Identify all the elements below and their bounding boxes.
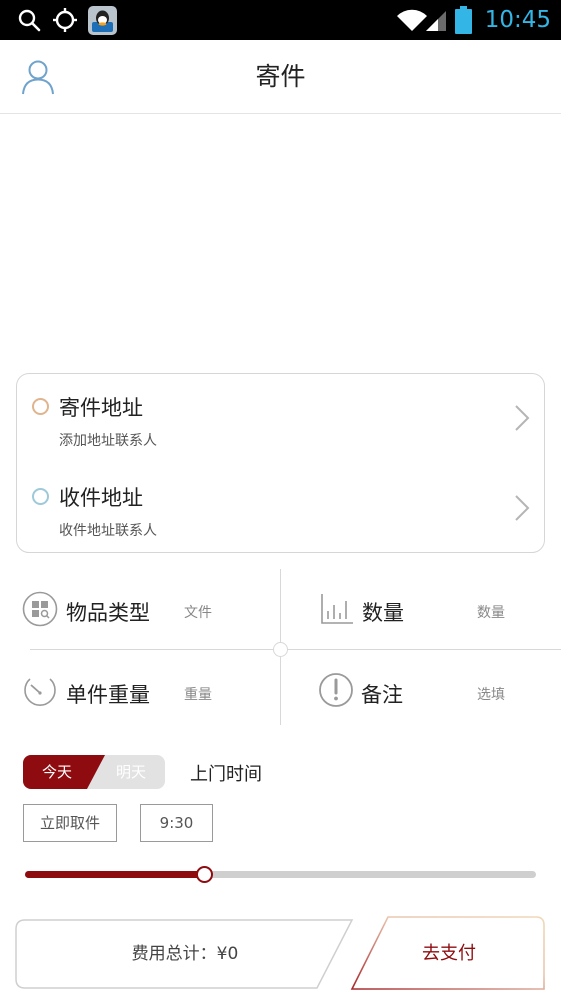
weight-value: 重量 bbox=[184, 687, 212, 703]
pickup-time-button[interactable]: 9:30 bbox=[140, 804, 213, 842]
tab-tomorrow[interactable]: 明天 bbox=[97, 755, 165, 789]
note-cell[interactable]: 备注 选填 bbox=[281, 651, 561, 731]
gps-icon bbox=[52, 0, 78, 40]
quantity-value: 数量 bbox=[477, 605, 505, 621]
note-value: 选填 bbox=[477, 687, 505, 703]
weight-cell[interactable]: 单件重量 重量 bbox=[0, 651, 280, 731]
qq-icon bbox=[88, 0, 117, 40]
category-icon bbox=[22, 591, 58, 627]
scale-gauge-icon bbox=[22, 673, 58, 709]
receiver-address-hint: 收件地址联系人 bbox=[59, 523, 157, 539]
weight-label: 单件重量 bbox=[66, 683, 150, 707]
receiver-address-label: 收件地址 bbox=[59, 486, 143, 510]
chevron-right-icon bbox=[514, 494, 530, 522]
receiver-dot-icon bbox=[32, 488, 49, 505]
page-title: 寄件 bbox=[255, 62, 306, 91]
exclamation-icon bbox=[318, 672, 354, 708]
search-icon bbox=[17, 0, 41, 40]
chevron-right-icon bbox=[514, 404, 530, 432]
status-bar: 10:45 bbox=[0, 0, 561, 40]
day-toggle: 今天 明天 bbox=[23, 755, 165, 789]
battery-icon bbox=[455, 0, 472, 40]
address-card: 寄件地址 添加地址联系人 收件地址 收件地址联系人 bbox=[16, 373, 545, 553]
grid-horizontal-divider bbox=[30, 649, 561, 650]
receiver-address-row[interactable]: 收件地址 收件地址联系人 bbox=[17, 464, 544, 554]
cell-signal-icon bbox=[425, 0, 447, 40]
app-header: 寄件 bbox=[0, 40, 561, 114]
tab-today[interactable]: 今天 bbox=[23, 755, 91, 789]
pickup-time-slider[interactable] bbox=[25, 866, 536, 883]
item-type-cell[interactable]: 物品类型 文件 bbox=[0, 569, 280, 649]
quantity-label: 数量 bbox=[362, 601, 404, 625]
slider-fill bbox=[25, 871, 204, 878]
quantity-cell[interactable]: 数量 数量 bbox=[281, 569, 561, 649]
status-time: 10:45 bbox=[484, 7, 551, 33]
sender-dot-icon bbox=[32, 398, 49, 415]
bar-chart-icon bbox=[319, 591, 355, 627]
pay-button[interactable]: 去支付 bbox=[350, 915, 546, 991]
sender-address-row[interactable]: 寄件地址 添加地址联系人 bbox=[17, 374, 544, 464]
fee-total-text: 费用总计：¥0 bbox=[131, 944, 239, 964]
item-type-label: 物品类型 bbox=[66, 601, 150, 625]
wifi-icon bbox=[396, 0, 428, 40]
immediate-pickup-button[interactable]: 立即取件 bbox=[23, 804, 117, 842]
slider-thumb[interactable] bbox=[195, 866, 213, 883]
sender-address-label: 寄件地址 bbox=[59, 396, 143, 420]
note-label: 备注 bbox=[361, 683, 403, 707]
pickup-time-label: 上门时间 bbox=[190, 764, 262, 785]
sender-address-hint: 添加地址联系人 bbox=[59, 433, 157, 449]
item-type-value: 文件 bbox=[184, 605, 212, 621]
